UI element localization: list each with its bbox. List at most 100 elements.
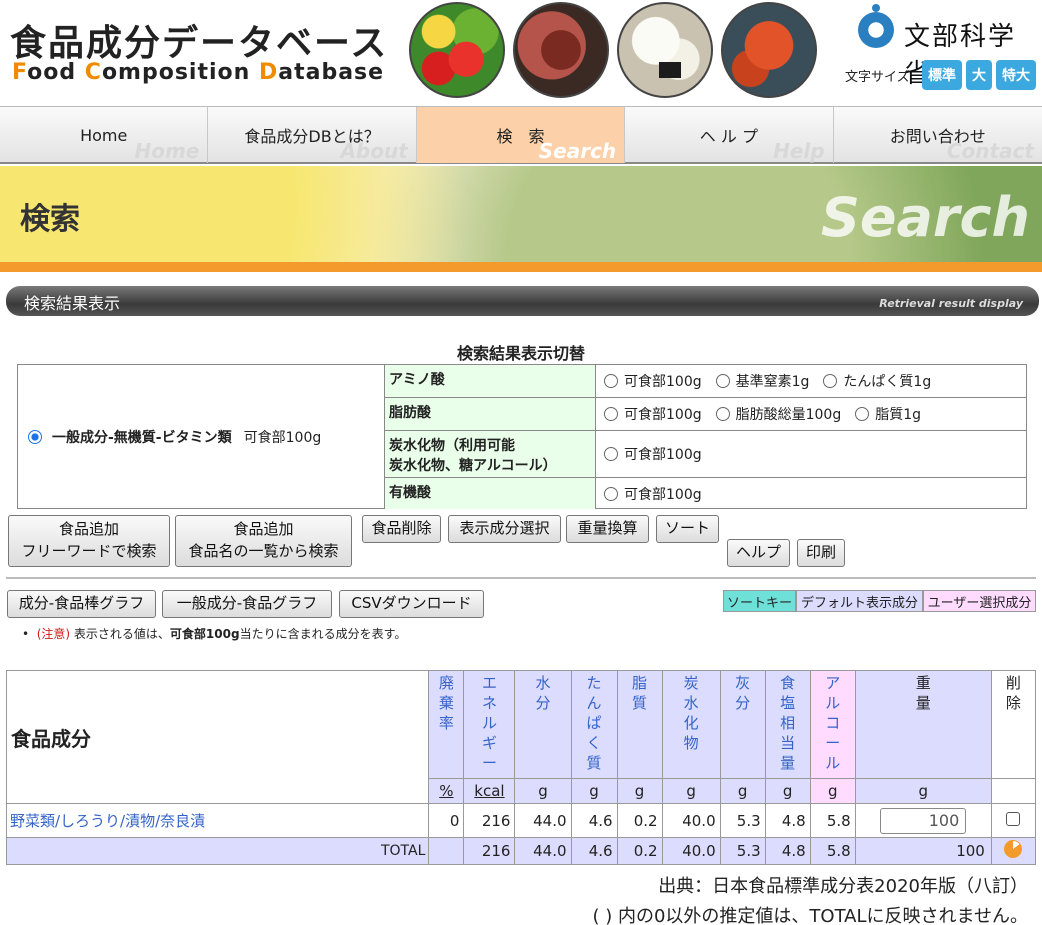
site-logo-jp[interactable]: 食品成分データベース: [10, 14, 388, 66]
general-graph-button[interactable]: 一般成分-食品グラフ: [162, 590, 332, 618]
logo-letter: D: [258, 60, 279, 85]
radio-unchecked-icon[interactable]: [604, 447, 618, 461]
nav-label: お問い合わせ: [889, 127, 986, 146]
radio-general[interactable]: 一般成分-無機質-ビタミン類: [28, 427, 232, 447]
select-components-button[interactable]: 表示成分選択: [448, 515, 561, 543]
cell-value: 0: [428, 803, 465, 838]
radio-unchecked-icon[interactable]: [604, 486, 618, 501]
weight-convert-button[interactable]: 重量換算: [566, 515, 649, 543]
radio-organic-100g[interactable]: 可食部100g: [604, 484, 702, 504]
table-title: 食品成分: [11, 726, 91, 751]
radio-carb-100g[interactable]: 可食部100g: [604, 444, 702, 464]
radio-general-label: 一般成分-無機質-ビタミン類: [52, 429, 232, 446]
radio-amino-protein[interactable]: たんぱく質1g: [823, 371, 931, 391]
nav-home[interactable]: Home Home: [0, 107, 209, 163]
radio-amino-100g[interactable]: 可食部100g: [604, 371, 702, 391]
font-size-large-button[interactable]: 大: [966, 60, 992, 90]
table-row: 野菜類/しろうり/漬物/奈良漬 0 216 44.0 4.6 0.2 40.0 …: [5, 803, 1037, 838]
unit: g: [809, 778, 856, 804]
site-logo-en[interactable]: Food Composition Database: [12, 60, 384, 85]
cell-value: 4.6: [570, 803, 618, 838]
col-header-salt[interactable]: 食 塩 相 当 量: [764, 670, 811, 779]
col-header-weight: 重 量: [854, 670, 992, 779]
nav-label: 検 索: [496, 127, 545, 146]
nav-help[interactable]: Help ヘ ル プ: [625, 107, 834, 163]
radio-unchecked-icon[interactable]: [604, 407, 618, 421]
pie-chart-icon[interactable]: [1004, 840, 1023, 858]
delete-checkbox[interactable]: [1006, 811, 1021, 826]
col-header-protein[interactable]: た ん ぱ く 質: [570, 670, 618, 779]
food-name-link[interactable]: 野菜類/しろうり/漬物/奈良漬: [5, 803, 430, 838]
radio-fat-100g[interactable]: 可食部100g: [604, 404, 702, 424]
note-part: 表示される値は、: [70, 627, 170, 641]
nav-label: 食品成分DBとは？: [244, 127, 380, 146]
col-header-ash[interactable]: 灰 分: [719, 670, 766, 779]
col-header-energy[interactable]: エ ネ ル ギ ー: [463, 670, 516, 779]
radio-checked-icon[interactable]: [28, 429, 42, 444]
radio-fat-total[interactable]: 脂肪酸総量100g: [715, 404, 841, 424]
add-food-list-button[interactable]: 食品追加 食品名の一覧から検索: [175, 515, 352, 567]
mext-logo[interactable]: 文部科学省: [858, 4, 1028, 89]
total-value: 40.0: [661, 837, 721, 865]
weight-cell: [854, 803, 992, 838]
total-value: 216: [463, 837, 516, 865]
bullet: •: [22, 627, 37, 641]
legend-user: ユーザー選択成分: [923, 590, 1036, 612]
radio-unchecked-icon[interactable]: [855, 407, 870, 421]
source-credit: 出典：日本食品標準成分表2020年版（八訂）: [658, 876, 1028, 897]
total-value: 5.3: [719, 837, 766, 865]
button-line: 食品追加: [58, 520, 119, 539]
radio-unchecked-icon[interactable]: [823, 374, 838, 388]
nav-contact[interactable]: Contact お問い合わせ: [834, 107, 1042, 163]
col-header-alcohol[interactable]: ア ル コ ー ル: [809, 670, 856, 779]
footnote: ( ) 内の0以外の推定値は、TOTALに反映されません。: [592, 906, 1028, 925]
switch-row-head: 炭水化物（利用可能 炭水化物、糖アルコール）: [385, 431, 596, 477]
bar-graph-button[interactable]: 成分-食品棒グラフ: [7, 590, 156, 618]
col-header-carbohydrate[interactable]: 炭 水 化 物: [661, 670, 721, 779]
total-value: 0.2: [616, 837, 663, 865]
nav-search[interactable]: Search 検 索: [416, 107, 626, 163]
col-header-fat[interactable]: 脂 質: [616, 670, 663, 779]
unit: g: [514, 778, 572, 804]
switch-row-organic-acid: 有機酸 可食部100g: [385, 478, 1026, 509]
help-button[interactable]: ヘルプ: [727, 539, 790, 567]
unit: g: [854, 778, 992, 804]
col-header-waste[interactable]: 廃 棄 率: [428, 670, 465, 779]
onigiri-image: [617, 2, 713, 98]
cell-value: 5.3: [719, 803, 766, 838]
add-food-freeword-button[interactable]: 食品追加フリーワードで検索: [8, 515, 170, 567]
print-button[interactable]: 印刷: [797, 539, 845, 567]
legend-sort-key: ソートキー: [723, 590, 796, 612]
note-bold: 可食部100g: [169, 627, 240, 641]
weight-input[interactable]: [880, 807, 967, 834]
radio-amino-nitrogen[interactable]: 基準窒素1g: [715, 371, 809, 391]
csv-download-button[interactable]: CSVダウンロード: [339, 590, 484, 618]
radio-unchecked-icon[interactable]: [604, 374, 618, 388]
switch-row-carbohydrate: 炭水化物（利用可能 炭水化物、糖アルコール） 可食部100g: [385, 431, 1026, 478]
composition-table: 食品成分 廃 棄 率 エ ネ ル ギ ー 水 分 た ん ぱ く 質 脂 質 炭…: [5, 670, 1037, 865]
cell-value: 40.0: [661, 803, 721, 838]
col-header-delete: 削 除: [990, 670, 1037, 779]
switch-general-cell: 一般成分-無機質-ビタミン類 可食部100g: [18, 365, 385, 508]
note-text: • (注意) 表示される値は、可食部100g当たりに含まれる成分を表す。: [22, 625, 406, 642]
nav-about[interactable]: About 食品成分DBとは？: [208, 107, 417, 163]
sort-button[interactable]: ソート: [656, 515, 719, 543]
radio-unchecked-icon[interactable]: [715, 374, 730, 388]
button-line: フリーワードで検索: [21, 542, 157, 560]
total-value: 4.8: [764, 837, 811, 865]
delete-cell: [990, 803, 1037, 838]
nav-ghost-text: Search: [538, 139, 617, 163]
radio-unchecked-icon[interactable]: [715, 407, 730, 421]
font-size-standard-button[interactable]: 標準: [922, 60, 962, 90]
delete-food-button[interactable]: 食品削除: [362, 515, 441, 543]
total-value: 4.6: [570, 837, 618, 865]
unit: kcal: [463, 778, 516, 804]
unit: g: [570, 778, 618, 804]
switch-row-fatty-acid: 脂肪酸 可食部100g 脂肪酸総量100g 脂質1g: [385, 398, 1026, 431]
section-header: 検索結果表示 Retrieval result display: [6, 286, 1039, 316]
col-header-water[interactable]: 水 分: [514, 670, 572, 779]
font-size-xlarge-button[interactable]: 特大: [996, 60, 1036, 90]
divider: [6, 577, 1036, 579]
section-ghost-text: Retrieval result display: [879, 297, 1023, 310]
radio-fat-lipid[interactable]: 脂質1g: [855, 404, 921, 424]
